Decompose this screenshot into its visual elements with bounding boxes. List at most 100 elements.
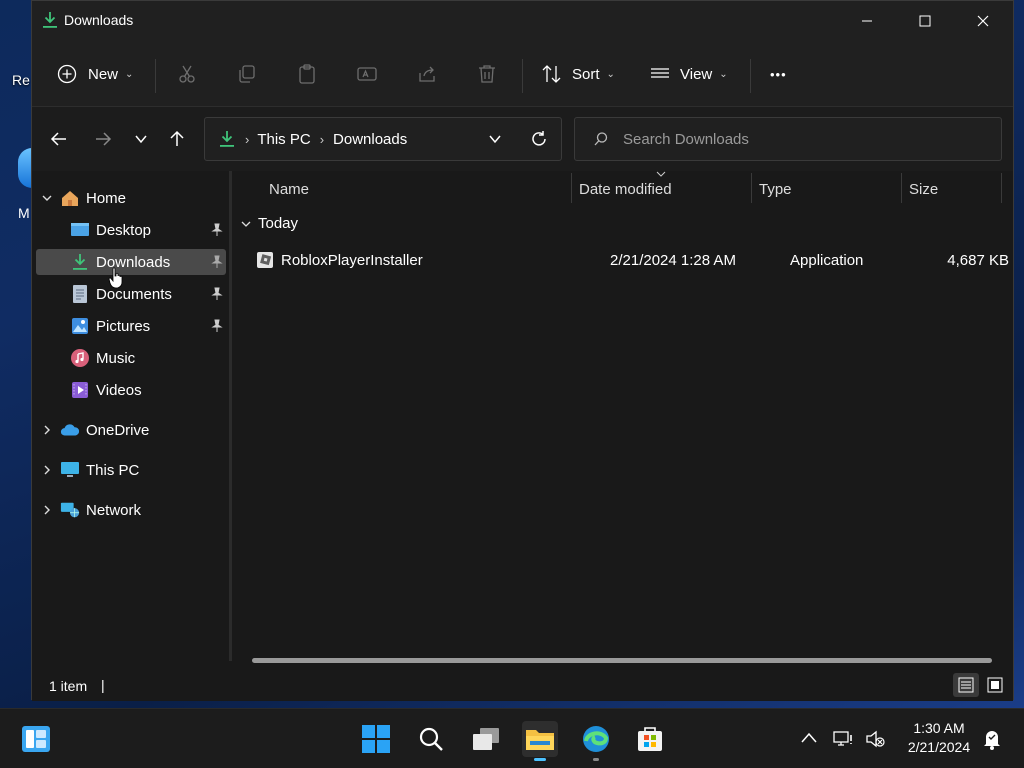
- file-size: 4,687 KB: [947, 252, 1009, 269]
- sidebar-item-home[interactable]: Home: [60, 185, 126, 211]
- widgets-button[interactable]: [18, 721, 54, 757]
- sidebar-item-label: This PC: [86, 461, 140, 479]
- separator: [522, 59, 523, 93]
- refresh-button[interactable]: [530, 130, 548, 152]
- column-header-name[interactable]: Name: [269, 181, 309, 198]
- home-icon: [60, 188, 80, 208]
- maximize-button[interactable]: [896, 1, 954, 41]
- downloads-icon: [220, 131, 234, 147]
- up-button[interactable]: [162, 126, 192, 152]
- pin-icon: [211, 223, 223, 236]
- store-taskbar-button[interactable]: [632, 721, 668, 757]
- column-header-size[interactable]: Size: [909, 181, 938, 198]
- file-explorer-taskbar-button[interactable]: [522, 721, 558, 761]
- sort-button[interactable]: Sort ⌄: [540, 57, 615, 91]
- edge-taskbar-button[interactable]: [578, 721, 614, 761]
- plus-circle-icon: [57, 64, 77, 84]
- address-bar[interactable]: › This PC › Downloads: [204, 117, 562, 161]
- chevron-right-icon: [44, 465, 50, 475]
- view-button[interactable]: View ⌄: [649, 57, 728, 91]
- horizontal-scrollbar[interactable]: [252, 658, 992, 663]
- computer-icon: [60, 460, 80, 480]
- notifications-button[interactable]: [982, 728, 1002, 755]
- widgets-icon: [22, 726, 50, 752]
- minimize-button[interactable]: [838, 1, 896, 41]
- breadcrumb-downloads[interactable]: Downloads: [333, 131, 407, 148]
- sidebar-item-label: Desktop: [96, 221, 152, 239]
- column-divider[interactable]: [901, 173, 902, 203]
- column-divider[interactable]: [1001, 173, 1002, 203]
- close-button[interactable]: [954, 1, 1012, 41]
- column-divider[interactable]: [751, 173, 752, 203]
- sidebar-item-videos[interactable]: Videos: [70, 377, 142, 403]
- scissors-icon: [179, 65, 195, 83]
- music-icon: [70, 348, 90, 368]
- new-button[interactable]: New ⌄: [56, 57, 133, 91]
- sidebar-item-music[interactable]: Music: [70, 345, 135, 371]
- expand-onedrive-chevron[interactable]: [40, 423, 54, 437]
- sidebar-item-downloads[interactable]: Downloads: [36, 249, 226, 275]
- sort-label: Sort: [572, 65, 600, 83]
- task-view-button[interactable]: [468, 721, 504, 757]
- item-count: 1 item: [49, 678, 88, 694]
- details-view-button[interactable]: [953, 673, 979, 697]
- chevron-right-icon: [44, 425, 50, 435]
- task-view-icon: [473, 728, 499, 750]
- table-row[interactable]: RobloxPlayerInstaller 2/21/2024 1:28 AM …: [247, 247, 1009, 273]
- address-history-button[interactable]: [488, 132, 502, 150]
- cut-button[interactable]: [176, 57, 198, 91]
- back-button[interactable]: [44, 126, 74, 152]
- share-icon: [419, 66, 435, 82]
- sidebar-item-desktop[interactable]: Desktop: [70, 217, 226, 243]
- more-options-button[interactable]: •••: [770, 57, 787, 91]
- system-clock[interactable]: 1:30 AM 2/21/2024: [896, 719, 982, 757]
- desktop-label-edge[interactable]: M: [18, 205, 30, 221]
- rename-button[interactable]: [356, 57, 378, 91]
- navigation-row: › This PC › Downloads: [32, 107, 1013, 171]
- large-icons-view-button[interactable]: [982, 673, 1008, 697]
- chevron-up-icon: [801, 732, 817, 743]
- expand-home-chevron[interactable]: [40, 191, 54, 205]
- chevron-down-icon: ⌄: [125, 68, 134, 80]
- paste-button[interactable]: [296, 57, 318, 91]
- file-type: Application: [790, 252, 864, 269]
- desktop-label-recycle[interactable]: Re: [12, 72, 30, 88]
- sidebar-item-onedrive[interactable]: OneDrive: [60, 417, 149, 443]
- microsoft-store-icon: [638, 727, 662, 751]
- sidebar-item-documents[interactable]: Documents: [70, 281, 226, 307]
- title-bar[interactable]: Downloads: [32, 1, 1013, 41]
- pin-icon: [211, 255, 223, 268]
- sidebar-item-network[interactable]: Network: [60, 497, 141, 523]
- expand-thispc-chevron[interactable]: [40, 463, 54, 477]
- volume-button[interactable]: [864, 729, 886, 754]
- forward-button[interactable]: [88, 126, 118, 152]
- column-header-date[interactable]: Date modified: [579, 181, 672, 198]
- arrow-right-icon: [96, 132, 112, 146]
- taskbar: 1:30 AM 2/21/2024: [0, 708, 1024, 768]
- copy-button[interactable]: [236, 57, 258, 91]
- column-header-type[interactable]: Type: [759, 181, 792, 198]
- expand-network-chevron[interactable]: [40, 503, 54, 517]
- search-box[interactable]: [574, 117, 1002, 161]
- edge-desktop-icon[interactable]: [18, 148, 32, 188]
- sidebar-item-pictures[interactable]: Pictures: [70, 313, 226, 339]
- window-title: Downloads: [64, 12, 134, 28]
- share-button[interactable]: [416, 57, 438, 91]
- sidebar-item-this-pc[interactable]: This PC: [60, 457, 139, 483]
- recent-locations-button[interactable]: [126, 126, 156, 152]
- search-taskbar-button[interactable]: [413, 721, 449, 757]
- chevron-down-icon: [42, 195, 52, 201]
- sidebar-item-label: Network: [86, 501, 142, 519]
- column-divider[interactable]: [571, 173, 572, 203]
- search-icon: [594, 132, 608, 146]
- arrow-up-icon: [170, 130, 184, 146]
- search-input[interactable]: [623, 118, 983, 160]
- chevron-right-icon: ›: [245, 131, 250, 147]
- folder-icon: [526, 730, 554, 750]
- start-button[interactable]: [358, 721, 394, 757]
- group-header-today[interactable]: Today: [240, 215, 298, 232]
- network-status-button[interactable]: [832, 729, 854, 754]
- show-hidden-icons-button[interactable]: [800, 731, 818, 750]
- breadcrumb-this-pc[interactable]: This PC: [257, 131, 310, 148]
- delete-button[interactable]: [476, 57, 498, 91]
